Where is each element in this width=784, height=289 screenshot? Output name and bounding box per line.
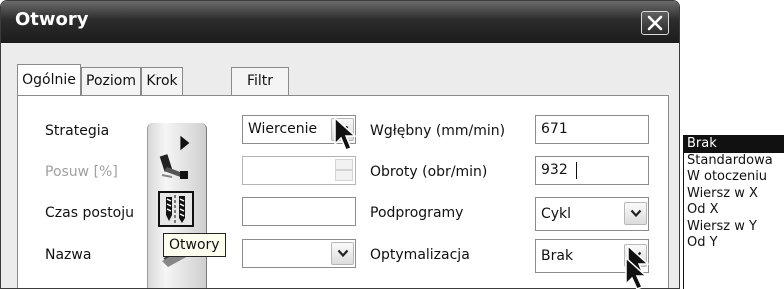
speed-label: Obroty (obr/min) <box>370 164 488 180</box>
list-item[interactable]: Od X <box>684 202 784 219</box>
feed-spinner[interactable] <box>335 159 353 182</box>
list-item[interactable]: Od Y <box>684 235 784 252</box>
optimization-options-list: Brak Standardowa W otoczeniu Wiersz w X … <box>683 135 784 289</box>
tab-step[interactable]: Krok <box>141 67 183 95</box>
strategy-label: Strategia <box>45 123 110 139</box>
dwell-label: Czas postoju <box>45 205 135 221</box>
text-caret <box>576 162 577 179</box>
list-item[interactable]: Wiersz w Y <box>684 219 784 236</box>
list-item[interactable]: W otoczeniu <box>684 169 784 186</box>
subprograms-select[interactable]: Cykl <box>535 197 649 231</box>
optimization-value: Brak <box>541 248 574 264</box>
spinner-down-icon[interactable] <box>335 170 353 181</box>
drill-holes-icon[interactable] <box>158 191 194 227</box>
list-item[interactable]: Standardowa <box>684 153 784 170</box>
tab-level[interactable]: Poziom <box>81 67 141 95</box>
chevron-down-icon <box>630 209 642 218</box>
list-item[interactable]: Wiersz w X <box>684 186 784 203</box>
depth-input[interactable]: 671 <box>535 115 649 144</box>
mouse-pointer-icon <box>625 256 648 289</box>
speed-input[interactable]: 932 <box>535 156 649 185</box>
spinner-up-icon[interactable] <box>335 159 353 170</box>
strategy-value: Wiercenie <box>248 121 318 137</box>
toolbar-tooltip: Otwory <box>163 233 226 257</box>
close-icon <box>647 15 663 31</box>
name-select[interactable] <box>242 239 356 268</box>
list-item[interactable]: Brak <box>684 136 784 153</box>
window-title: Otwory <box>15 9 89 30</box>
tab-filter[interactable]: Filtr <box>231 67 289 95</box>
depth-value: 671 <box>541 121 568 137</box>
drill-tool-icon[interactable] <box>158 149 194 185</box>
tab-general[interactable]: Ogólnie <box>17 64 81 95</box>
depth-label: Wgłębny (mm/min) <box>370 123 506 139</box>
close-button[interactable] <box>641 11 669 35</box>
name-label: Nazwa <box>45 247 92 263</box>
title-bar[interactable]: Otwory <box>1 1 679 43</box>
name-dropdown-button[interactable] <box>331 242 354 265</box>
operation-toolbar <box>147 123 207 288</box>
feed-label: Posuw [%] <box>45 164 118 180</box>
chevron-down-icon <box>337 249 349 258</box>
mouse-pointer-icon <box>334 116 357 151</box>
dwell-input[interactable] <box>242 197 356 226</box>
speed-value: 932 <box>541 162 568 178</box>
subprograms-dropdown-button[interactable] <box>624 202 647 225</box>
subprograms-value: Cykl <box>541 206 572 222</box>
optimization-label: Optymalizacja <box>370 247 470 263</box>
feed-input[interactable] <box>242 156 356 185</box>
subprograms-label: Podprogramy <box>370 205 464 221</box>
